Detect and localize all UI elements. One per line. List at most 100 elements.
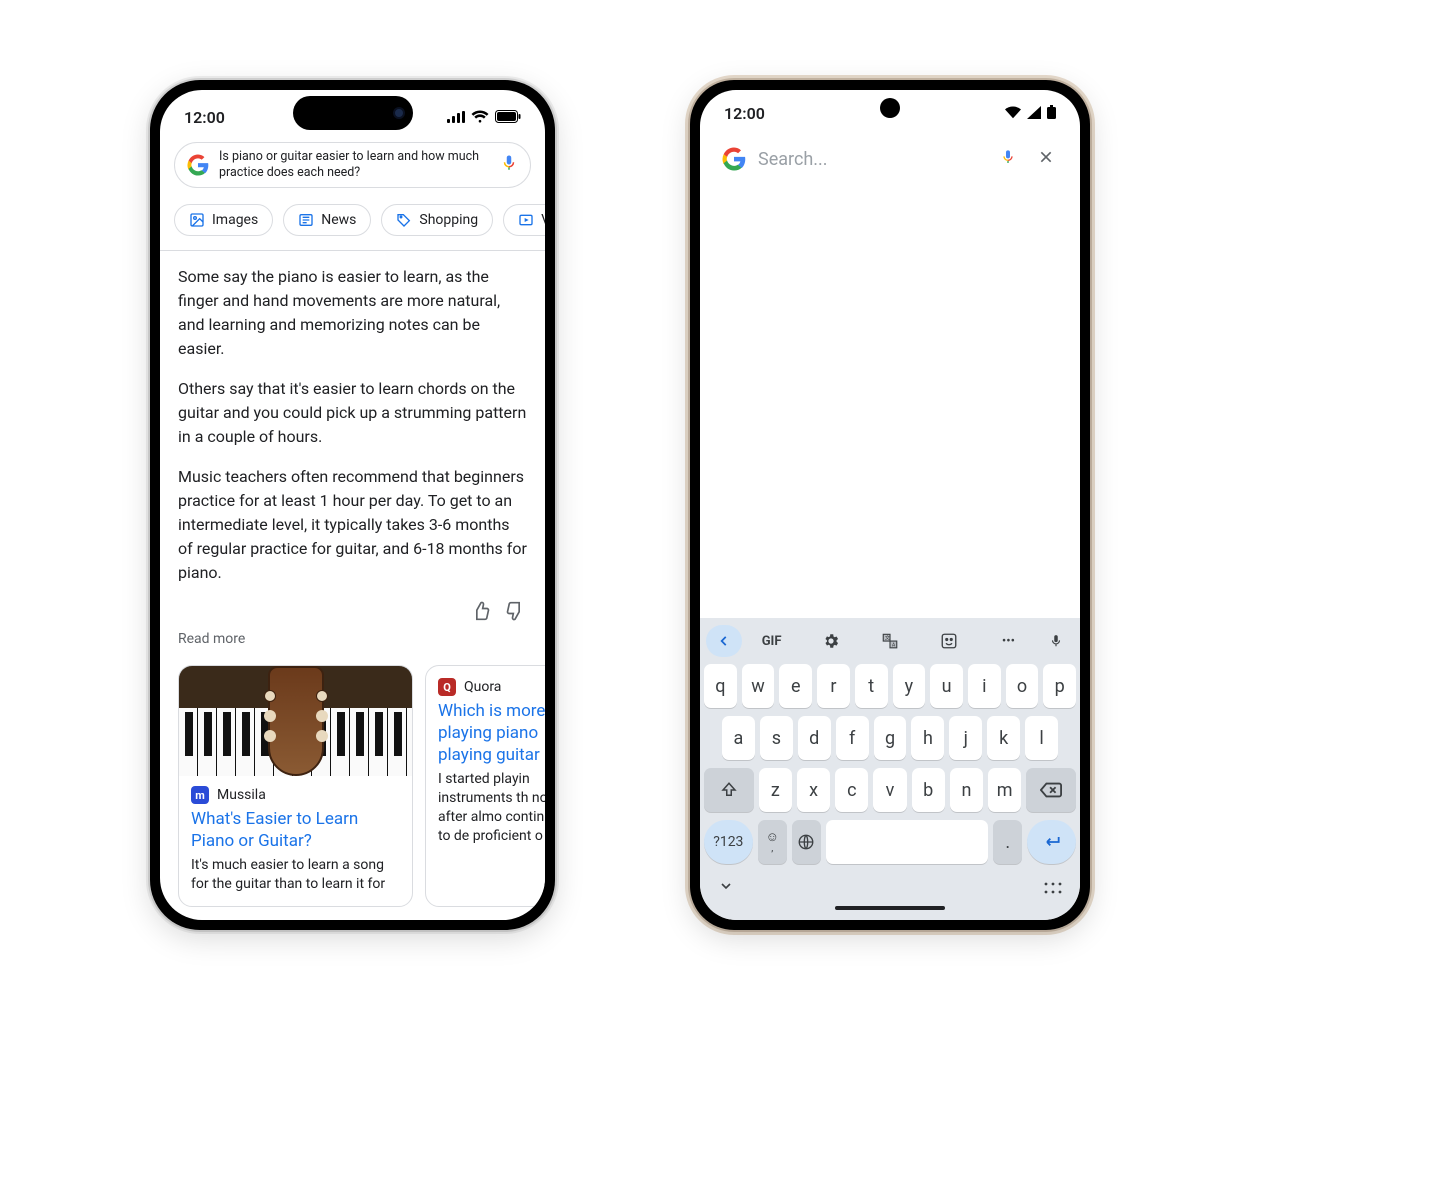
key-shift[interactable] xyxy=(704,768,754,812)
key-g[interactable]: g xyxy=(874,716,907,760)
featured-answer: Some say the piano is easier to learn, a… xyxy=(160,251,545,585)
more-icon[interactable]: ••• xyxy=(979,634,1038,649)
key-i[interactable]: i xyxy=(968,664,1001,708)
key-f[interactable]: f xyxy=(836,716,869,760)
result-thumbnail xyxy=(179,666,412,776)
keyboard-row: z x c v b n m xyxy=(704,768,1076,812)
key-emoji[interactable]: ☺, xyxy=(758,820,787,864)
result-card[interactable]: Q Quora Which is more playing piano play… xyxy=(425,665,545,907)
wifi-icon xyxy=(1005,104,1021,123)
search-bar[interactable]: Is piano or guitar easier to learn and h… xyxy=(174,142,531,188)
mic-icon[interactable] xyxy=(500,152,518,178)
key-q[interactable]: q xyxy=(704,664,737,708)
key-b[interactable]: b xyxy=(912,768,945,812)
key-a[interactable]: a xyxy=(722,716,755,760)
svg-text:A: A xyxy=(892,642,896,648)
cellular-icon xyxy=(1027,104,1041,123)
android-device: 12:00 Search... xyxy=(690,80,1090,930)
key-y[interactable]: y xyxy=(893,664,926,708)
key-d[interactable]: d xyxy=(798,716,831,760)
keyboard-collapse-icon[interactable] xyxy=(718,878,734,898)
wifi-icon xyxy=(471,108,489,127)
key-m[interactable]: m xyxy=(988,768,1021,812)
news-icon xyxy=(298,212,314,228)
status-time: 12:00 xyxy=(184,108,225,127)
key-w[interactable]: w xyxy=(742,664,775,708)
key-s[interactable]: s xyxy=(760,716,793,760)
tab-shopping[interactable]: Shopping xyxy=(381,204,493,236)
status-time: 12:00 xyxy=(724,104,765,123)
close-icon[interactable] xyxy=(1038,149,1054,169)
keyboard-mic-icon[interactable] xyxy=(1038,632,1074,650)
nav-bar xyxy=(700,872,1080,898)
keyboard-row: a s d f g h j k l xyxy=(704,716,1076,760)
iphone-device: 12:00 Is piano or xyxy=(150,80,555,930)
key-language[interactable] xyxy=(792,820,821,864)
tab-news[interactable]: News xyxy=(283,204,371,236)
search-placeholder: Search... xyxy=(758,149,988,170)
gif-button[interactable]: GIF xyxy=(742,634,801,649)
keyboard-grid-icon[interactable] xyxy=(1044,879,1062,898)
iphone-screen: 12:00 Is piano or xyxy=(160,90,545,920)
dynamic-island xyxy=(293,96,413,130)
site-favicon-icon: Q xyxy=(438,678,456,696)
result-card[interactable]: m Mussila What's Easier to Learn Piano o… xyxy=(178,665,413,907)
tab-videos[interactable]: Vide xyxy=(503,204,545,236)
key-t[interactable]: t xyxy=(855,664,888,708)
settings-icon[interactable] xyxy=(801,632,860,650)
site-name: Quora xyxy=(464,679,501,695)
key-x[interactable]: x xyxy=(797,768,830,812)
key-c[interactable]: c xyxy=(835,768,868,812)
key-z[interactable]: z xyxy=(759,768,792,812)
key-backspace[interactable] xyxy=(1026,768,1076,812)
search-tabs: Images News Shopping Vide xyxy=(160,194,545,250)
key-e[interactable]: e xyxy=(779,664,812,708)
key-v[interactable]: v xyxy=(873,768,906,812)
chip-label: Shopping xyxy=(419,212,478,228)
keyboard-toolbar: GIF 文A ••• xyxy=(700,618,1080,664)
key-enter[interactable] xyxy=(1027,820,1076,864)
key-j[interactable]: j xyxy=(949,716,982,760)
site-name: Mussila xyxy=(217,787,266,803)
thumbs-down-icon[interactable] xyxy=(505,601,525,625)
chip-label: Images xyxy=(212,212,258,228)
result-title[interactable]: Which is more playing piano playing guit… xyxy=(426,698,545,770)
cellular-icon xyxy=(447,108,465,127)
shopping-icon xyxy=(396,212,412,228)
google-logo-icon xyxy=(722,147,746,171)
result-title[interactable]: What's Easier to Learn Piano or Guitar? xyxy=(179,806,412,856)
key-symbols[interactable]: ?123 xyxy=(704,820,753,864)
key-o[interactable]: o xyxy=(1006,664,1039,708)
sticker-icon[interactable] xyxy=(920,632,979,650)
key-k[interactable]: k xyxy=(987,716,1020,760)
search-bar[interactable]: Search... xyxy=(714,138,1066,180)
key-n[interactable]: n xyxy=(950,768,983,812)
key-l[interactable]: l xyxy=(1025,716,1058,760)
answer-paragraph: Others say that it's easier to learn cho… xyxy=(178,377,527,449)
collapse-toolbar-button[interactable] xyxy=(706,625,742,657)
key-period[interactable]: . xyxy=(993,820,1022,864)
translate-icon[interactable]: 文A xyxy=(860,632,919,650)
videos-icon xyxy=(518,212,534,228)
key-r[interactable]: r xyxy=(817,664,850,708)
key-p[interactable]: p xyxy=(1043,664,1076,708)
answer-paragraph: Music teachers often recommend that begi… xyxy=(178,465,527,585)
home-indicator[interactable] xyxy=(835,906,945,910)
site-favicon-icon: m xyxy=(191,786,209,804)
result-cards[interactable]: m Mussila What's Easier to Learn Piano o… xyxy=(160,657,545,907)
read-more-link[interactable]: Read more xyxy=(160,631,545,657)
battery-icon xyxy=(495,108,521,127)
result-snippet: It's much easier to learn a song for the… xyxy=(179,856,412,906)
thumbs-up-icon[interactable] xyxy=(471,601,491,625)
key-u[interactable]: u xyxy=(930,664,963,708)
keyboard-row: q w e r t y u i o p xyxy=(704,664,1076,708)
key-h[interactable]: h xyxy=(911,716,944,760)
key-space[interactable] xyxy=(826,820,988,864)
keyboard-row: ?123 ☺, . xyxy=(704,820,1076,864)
android-screen: 12:00 Search... xyxy=(700,90,1080,920)
on-screen-keyboard: GIF 文A ••• xyxy=(700,618,1080,920)
front-camera xyxy=(880,98,900,118)
tab-images[interactable]: Images xyxy=(174,204,273,236)
mic-icon[interactable] xyxy=(1000,147,1016,171)
battery-icon xyxy=(1047,104,1056,123)
